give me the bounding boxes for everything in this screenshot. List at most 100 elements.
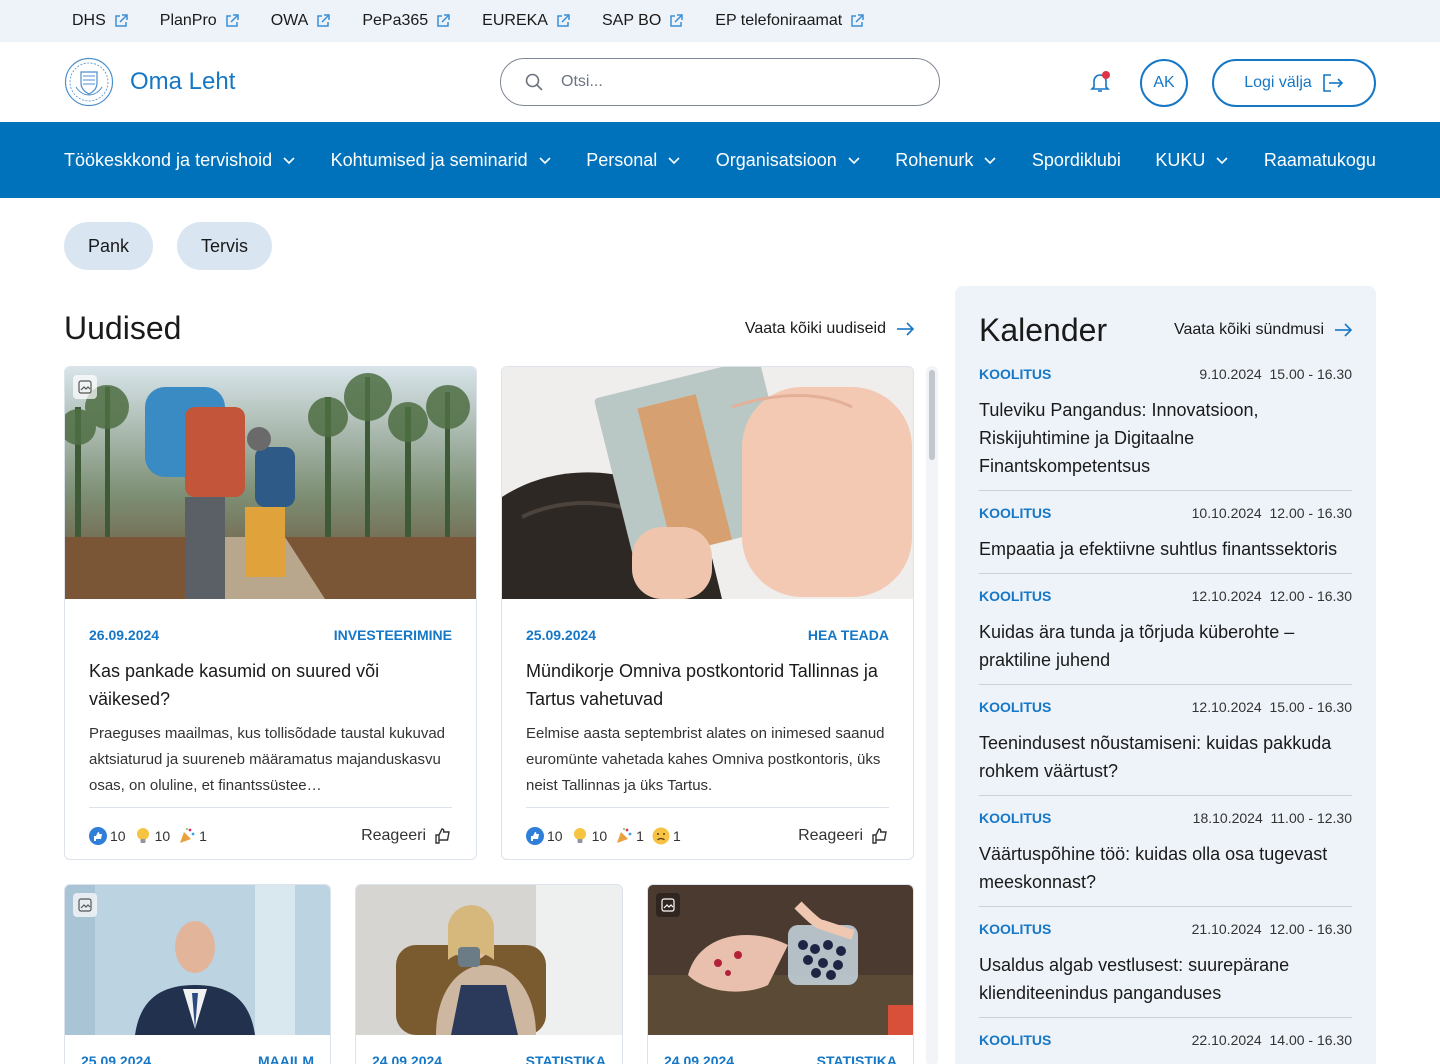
calendar-event[interactable]: KOOLITUS 22.10.2024 14.00 - 16.30 <box>979 1018 1352 1058</box>
nav-item-label: Spordiklubi <box>1031 149 1121 170</box>
quick-link-eureka[interactable]: EUREKA <box>482 12 570 30</box>
nav-item-organisatsioon[interactable]: Organisatsioon <box>716 150 861 171</box>
event-datetime: 21.10.2024 12.00 - 16.30 <box>1191 921 1352 937</box>
lightbulb-emoji-icon <box>136 828 149 843</box>
news-meta: 26.09.2024 INVESTEERIMINE <box>89 627 452 643</box>
quick-link-sap-bo[interactable]: SAP BO <box>601 12 684 30</box>
event-title[interactable]: Teenindusest nõustamiseni: kuidas pakkud… <box>979 729 1352 785</box>
event-title[interactable]: Empaatia ja efektiivne suhtlus finantsse… <box>979 535 1352 563</box>
scrollbar-thumb[interactable] <box>929 370 935 460</box>
quick-link-dhs[interactable]: DHS <box>72 12 128 30</box>
reaction-count: 1 <box>199 828 207 844</box>
news-card[interactable]: 24.09.2024 STATISTIKA <box>355 884 623 1064</box>
external-link-icon <box>317 14 331 27</box>
news-card[interactable]: 24.09.2024 STATISTIKA <box>647 884 914 1064</box>
event-title[interactable]: Kuidas ära tunda ja tõrjuda küberohte – … <box>979 618 1352 674</box>
react-button-label: Reageeri <box>361 827 426 844</box>
nav-item-tookeskkond[interactable]: Töökeskkond ja tervishoid <box>64 150 296 171</box>
event-meta: KOOLITUS 12.10.2024 12.00 - 16.30 <box>979 588 1352 604</box>
news-card-title[interactable]: Kas pankade kasumid on suured või väikes… <box>89 657 452 713</box>
event-tag: KOOLITUS <box>979 1032 1052 1048</box>
news-scrollbar[interactable] <box>926 366 938 1064</box>
party-popper-emoji-icon <box>180 828 195 843</box>
quick-link-label: SAP BO <box>601 12 662 29</box>
react-button[interactable]: Reageeri <box>798 827 889 845</box>
quick-link-pepa365[interactable]: PePa365 <box>362 12 450 30</box>
event-datetime: 18.10.2024 11.00 - 12.30 <box>1192 810 1352 826</box>
reaction-sad[interactable]: 1 <box>652 827 681 845</box>
news-section-header: Uudised Vaata kõiki uudiseid <box>64 310 914 347</box>
nav-item-label: Töökeskkond ja tervishoid <box>64 149 273 170</box>
chevron-down-icon <box>539 157 551 165</box>
nav-item-personal[interactable]: Personal <box>586 150 681 171</box>
chip-pank[interactable]: Pank <box>64 222 154 270</box>
nav-item-spordiklubi[interactable]: Spordiklubi <box>1032 150 1121 171</box>
event-title[interactable]: Tuleviku Pangandus: Innovatsioon, Riskij… <box>979 396 1352 480</box>
reaction-party[interactable]: 1 <box>615 827 644 845</box>
notification-dot <box>1102 71 1110 79</box>
nav-item-label: Organisatsioon <box>715 149 837 170</box>
quick-link-owa[interactable]: OWA <box>271 12 331 30</box>
user-avatar-button[interactable]: AK <box>1140 59 1188 107</box>
see-all-events-link[interactable]: Vaata kõiki sündmusi <box>1174 321 1352 339</box>
reaction-lightbulb[interactable]: 10 <box>571 827 607 845</box>
calendar-event[interactable]: KOOLITUS 12.10.2024 12.00 - 16.30 Kuidas … <box>979 574 1352 685</box>
react-button[interactable]: Reageeri <box>361 827 452 845</box>
calendar-event[interactable]: KOOLITUS 9.10.2024 15.00 - 16.30 Tuleviku… <box>979 366 1352 491</box>
news-card[interactable]: 25.09.2024 HEA TEADA Mündikorje Omniva po… <box>501 366 914 860</box>
avatar-initials: AK <box>1153 74 1175 91</box>
see-all-news-link[interactable]: Vaata kõiki uudiseid <box>745 320 914 338</box>
news-card-title[interactable]: Mündikorje Omniva postkontorid Tallinnas… <box>526 657 889 713</box>
nav-item-kohtumised[interactable]: Kohtumised ja seminarid <box>331 150 552 171</box>
logout-label: Logi välja <box>1244 74 1312 91</box>
logout-button[interactable]: Logi välja <box>1212 59 1376 107</box>
event-datetime: 12.10.2024 15.00 - 16.30 <box>1191 699 1352 715</box>
event-title[interactable]: Väärtuspõhine töö: kuidas olla osa tugev… <box>979 840 1352 896</box>
calendar-event[interactable]: KOOLITUS 18.10.2024 11.00 - 12.30 Väärtus… <box>979 796 1352 907</box>
nav-item-label: Rohenurk <box>895 149 974 170</box>
nav-item-label: Raamatukogu <box>1263 149 1376 170</box>
quick-link-ep-telefoniraamat[interactable]: EP telefoniraamat <box>715 12 864 30</box>
nav-item-rohenurk[interactable]: Rohenurk <box>895 150 997 171</box>
quick-link-label: DHS <box>72 12 106 29</box>
reaction-party[interactable]: 1 <box>178 827 207 845</box>
news-category[interactable]: HEA TEADA <box>808 627 889 643</box>
news-category[interactable]: MAAILM <box>258 1053 314 1064</box>
news-category[interactable]: INVESTEERIMINE <box>334 627 452 643</box>
event-tag: KOOLITUS <box>979 699 1052 715</box>
news-card[interactable]: 25.09.2024 MAAILM <box>64 884 331 1064</box>
news-meta: 25.09.2024 MAAILM <box>81 1053 314 1064</box>
chip-tervis[interactable]: Tervis <box>177 222 273 270</box>
quick-link-label: PePa365 <box>362 12 429 29</box>
calendar-title: Kalender <box>979 311 1108 348</box>
news-date: 25.09.2024 <box>81 1053 152 1064</box>
news-date: 25.09.2024 <box>526 627 597 643</box>
reaction-list: 10 10 1 1 <box>526 827 681 845</box>
calendar-event[interactable]: KOOLITUS 10.10.2024 12.00 - 16.30 Empaati… <box>979 491 1352 574</box>
calendar-event[interactable]: KOOLITUS 12.10.2024 15.00 - 16.30 Teenind… <box>979 685 1352 796</box>
search-box[interactable] <box>500 58 940 106</box>
news-category[interactable]: STATISTIKA <box>817 1053 897 1064</box>
event-meta: KOOLITUS 10.10.2024 12.00 - 16.30 <box>979 505 1352 521</box>
calendar-event[interactable]: KOOLITUS 21.10.2024 12.00 - 16.30 Usaldus… <box>979 907 1352 1018</box>
search-input[interactable] <box>561 73 921 91</box>
home-logo-link[interactable]: Oma Leht <box>64 57 235 107</box>
event-title[interactable]: Usaldus algab vestlusest: suurepärane kl… <box>979 951 1352 1007</box>
event-datetime: 9.10.2024 15.00 - 16.30 <box>1199 366 1352 382</box>
nav-item-kuku[interactable]: KUKU <box>1155 150 1229 171</box>
news-category[interactable]: STATISTIKA <box>526 1053 606 1064</box>
reaction-thumbs-up[interactable]: 10 <box>89 827 126 845</box>
news-date: 26.09.2024 <box>89 627 160 643</box>
news-image-hikers <box>65 367 476 599</box>
quick-link-planpro[interactable]: PlanPro <box>160 12 239 30</box>
nav-item-raamatukogu[interactable]: Raamatukogu <box>1264 150 1376 171</box>
notifications-button[interactable] <box>1088 70 1112 94</box>
see-all-news-label: Vaata kõiki uudiseid <box>744 319 886 337</box>
news-card[interactable]: 26.09.2024 INVESTEERIMINE Kas pankade kas… <box>64 366 477 860</box>
reaction-lightbulb[interactable]: 10 <box>134 827 170 845</box>
reactions-bar: 10 10 1 1 Reageeri <box>526 808 889 859</box>
thumbs-up-icon <box>435 828 450 844</box>
topic-chips: Pank Tervis <box>64 222 273 270</box>
reaction-thumbs-up[interactable]: 10 <box>526 827 563 845</box>
event-tag: KOOLITUS <box>979 588 1052 604</box>
